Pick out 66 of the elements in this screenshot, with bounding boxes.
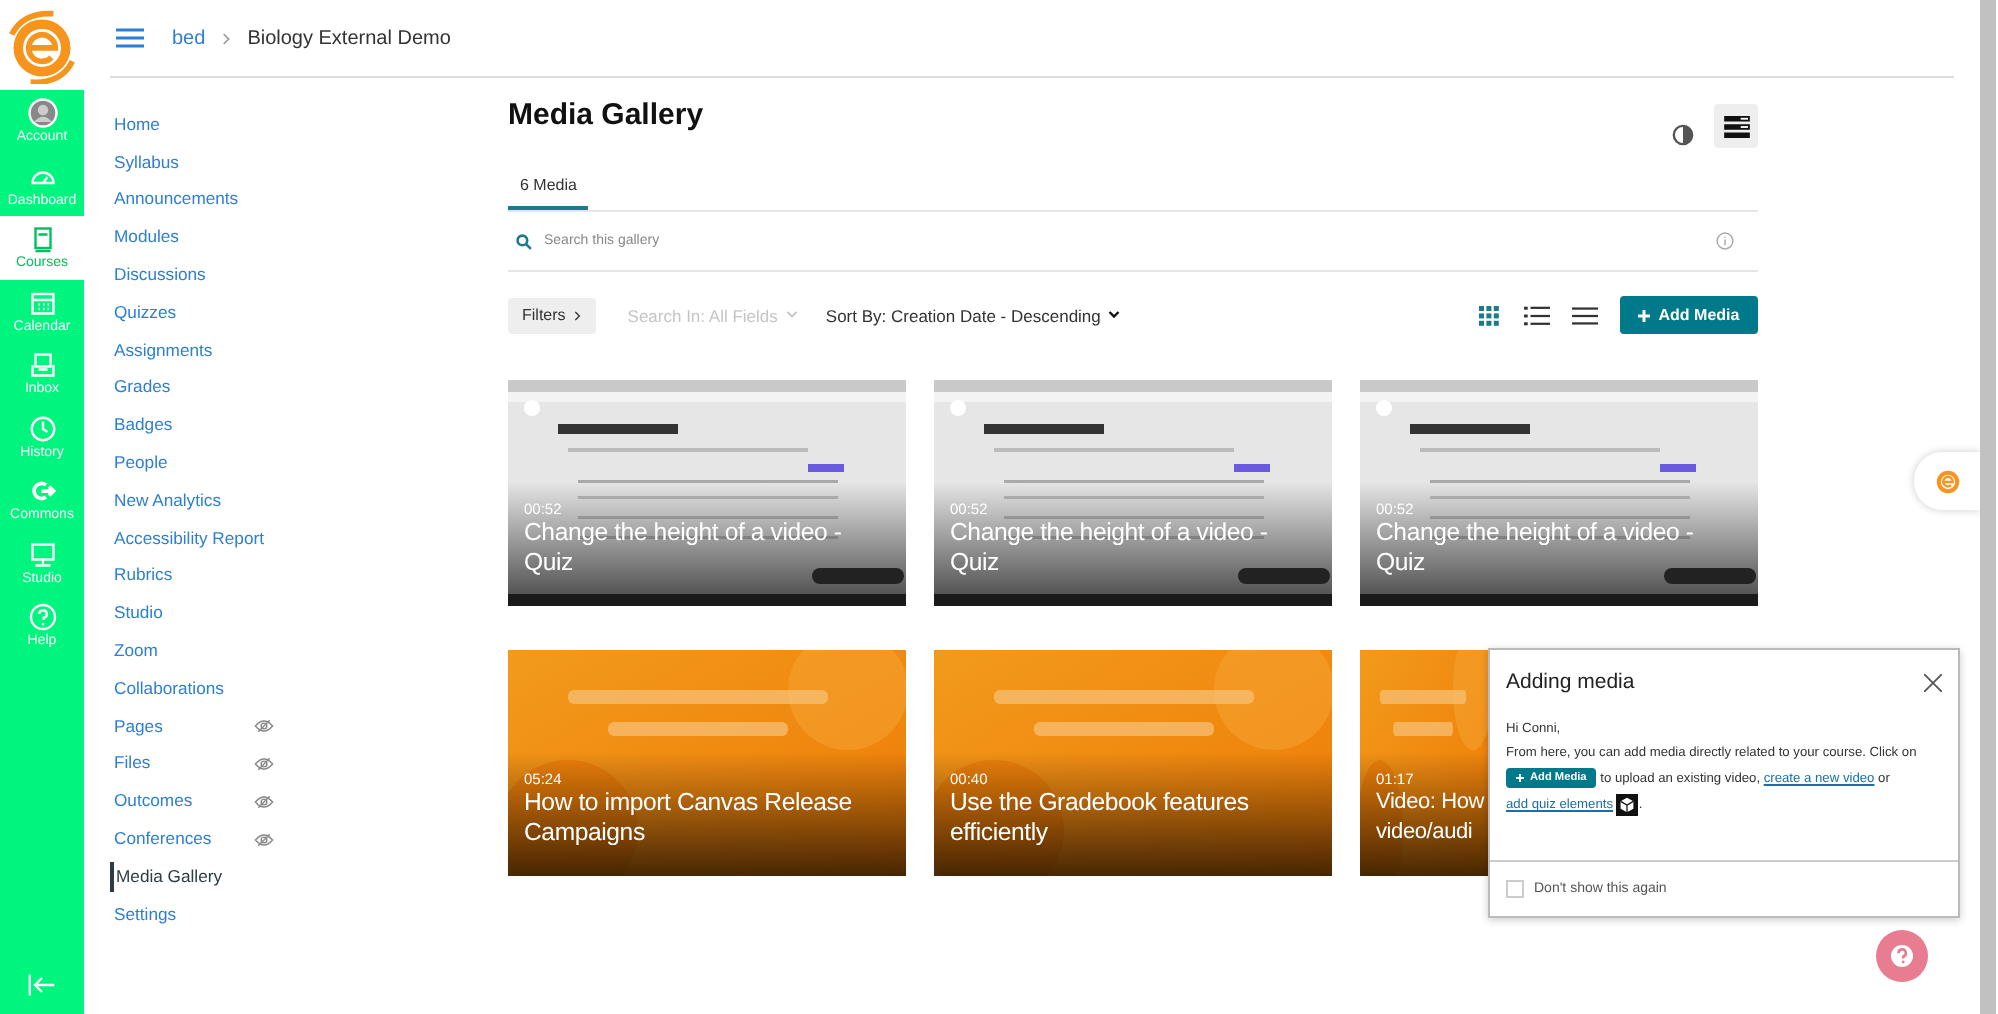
cube-icon xyxy=(1616,793,1639,816)
media-title: Use the Gradebook features efficiently xyxy=(950,788,1251,848)
popup-title: Adding media xyxy=(1506,670,1635,694)
course-nav-link[interactable]: Syllabus xyxy=(110,147,254,178)
course-nav-link[interactable]: Announcements xyxy=(110,184,254,215)
close-icon[interactable] xyxy=(1924,673,1942,691)
caret-icon xyxy=(785,310,798,320)
media-title: Video: How video/audi xyxy=(1376,788,1487,848)
course-nav-link[interactable]: People xyxy=(110,448,254,479)
breadcrumb-link[interactable]: bed xyxy=(172,27,206,49)
plus-icon xyxy=(1638,309,1651,321)
course-nav-link[interactable]: Badges xyxy=(110,410,254,441)
course-nav-link[interactable]: Grades xyxy=(110,372,254,403)
inbox-icon xyxy=(27,350,57,381)
monitor-icon xyxy=(27,539,57,570)
course-nav-link[interactable]: Assignments xyxy=(110,335,254,366)
list-view-icon[interactable] xyxy=(1524,305,1550,325)
layout-icon xyxy=(1723,115,1749,137)
search-icon xyxy=(516,233,532,249)
add-media-button[interactable]: Add Media xyxy=(1620,296,1758,334)
media-title: Change the height of a video - Quiz xyxy=(950,518,1270,578)
caret-icon xyxy=(1108,310,1121,320)
course-nav-link[interactable]: Zoom xyxy=(110,636,254,667)
course-nav-link[interactable]: Settings xyxy=(110,899,254,930)
course-nav-link[interactable]: Accessibility Report xyxy=(110,523,264,554)
scrollbar[interactable] xyxy=(1980,0,1996,1014)
course-nav-link[interactable]: Studio xyxy=(110,598,254,629)
breadcrumb-current: Biology External Demo xyxy=(247,27,451,49)
info-icon[interactable] xyxy=(1716,232,1734,250)
course-nav-link[interactable]: Home xyxy=(110,109,254,140)
avatar-icon xyxy=(27,98,57,129)
calendar-icon xyxy=(27,287,57,318)
filters-button[interactable]: Filters xyxy=(508,297,596,333)
contrast-icon[interactable] xyxy=(1672,123,1694,145)
course-nav-link[interactable]: Media Gallery xyxy=(110,861,256,892)
grid-view-icon[interactable] xyxy=(1476,305,1502,325)
course-nav-link[interactable]: Discussions xyxy=(110,260,254,291)
course-nav-link[interactable]: Outcomes xyxy=(110,786,254,817)
sort-dropdown[interactable]: Sort By: Creation Date - Descending xyxy=(825,305,1121,325)
media-title: How to import Canvas Release Campaigns xyxy=(524,788,854,848)
course-nav-link[interactable]: Collaborations xyxy=(110,673,254,704)
media-tab[interactable]: 6 Media xyxy=(508,166,589,210)
chevron-icon xyxy=(573,309,582,321)
course-nav-link[interactable]: Rubrics xyxy=(110,560,254,591)
side-tab[interactable] xyxy=(1914,452,1980,510)
course-nav-link[interactable]: Conferences xyxy=(110,824,254,855)
checkbox[interactable] xyxy=(1506,880,1524,898)
menu-icon[interactable] xyxy=(116,28,144,48)
course-nav-link[interactable]: Modules xyxy=(110,222,254,253)
course-nav-link[interactable]: Quizzes xyxy=(110,297,254,328)
help-button[interactable] xyxy=(1876,930,1928,982)
page-title: Media Gallery xyxy=(508,96,706,132)
layout-button[interactable] xyxy=(1714,104,1758,148)
chevron-icon xyxy=(221,31,232,45)
course-nav-link[interactable]: Files xyxy=(110,748,254,779)
media-title: Change the height of a video - Quiz xyxy=(1376,518,1696,578)
course-nav-link[interactable]: New Analytics xyxy=(110,485,254,516)
help-icon xyxy=(27,602,57,633)
course-nav-link[interactable]: Pages xyxy=(110,711,254,742)
plus-icon xyxy=(1516,774,1524,783)
rows-view-icon[interactable] xyxy=(1572,305,1598,325)
logo-icon xyxy=(1931,465,1963,497)
help-icon xyxy=(1890,944,1914,968)
logo-icon[interactable] xyxy=(4,7,80,83)
clock-icon xyxy=(27,413,57,444)
media-title: Change the height of a video - Quiz xyxy=(524,518,844,578)
